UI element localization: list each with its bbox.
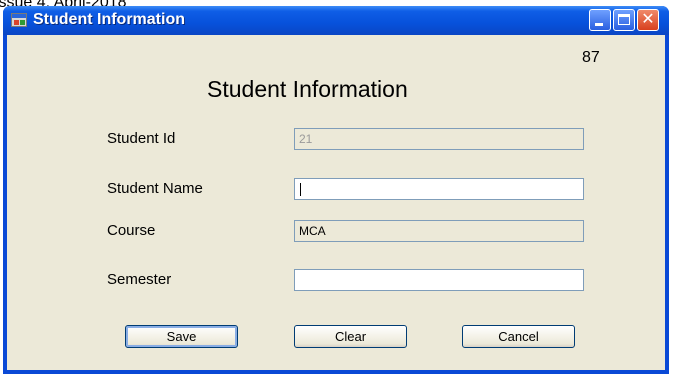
student-info-window: Student Information ✕ 87 Student Informa…	[3, 6, 669, 374]
maximize-button[interactable]	[613, 9, 635, 31]
title-bar[interactable]: Student Information ✕	[3, 6, 669, 35]
student-id-label: Student Id	[107, 130, 176, 147]
maximize-icon	[618, 14, 630, 25]
form-app-icon	[11, 13, 27, 27]
form-client-area: 87 Student Information Student Id 21 Stu…	[7, 35, 665, 370]
page-number: 87	[582, 49, 600, 66]
course-field[interactable]: MCA	[294, 220, 584, 242]
cancel-button[interactable]: Cancel	[462, 325, 575, 348]
clear-button[interactable]: Clear	[294, 325, 407, 348]
semester-field[interactable]	[294, 269, 584, 291]
save-button[interactable]: Save	[125, 325, 238, 348]
close-button[interactable]: ✕	[637, 9, 659, 31]
student-id-field[interactable]: 21	[294, 128, 584, 150]
student-name-label: Student Name	[107, 180, 203, 197]
form-heading: Student Information	[207, 76, 408, 102]
text-caret	[300, 183, 301, 196]
minimize-button[interactable]	[589, 9, 611, 31]
student-name-field[interactable]	[294, 178, 584, 200]
window-title: Student Information	[33, 11, 185, 28]
minimize-icon	[595, 23, 603, 26]
semester-label: Semester	[107, 271, 172, 288]
close-icon: ✕	[641, 9, 655, 28]
course-label: Course	[107, 222, 156, 239]
